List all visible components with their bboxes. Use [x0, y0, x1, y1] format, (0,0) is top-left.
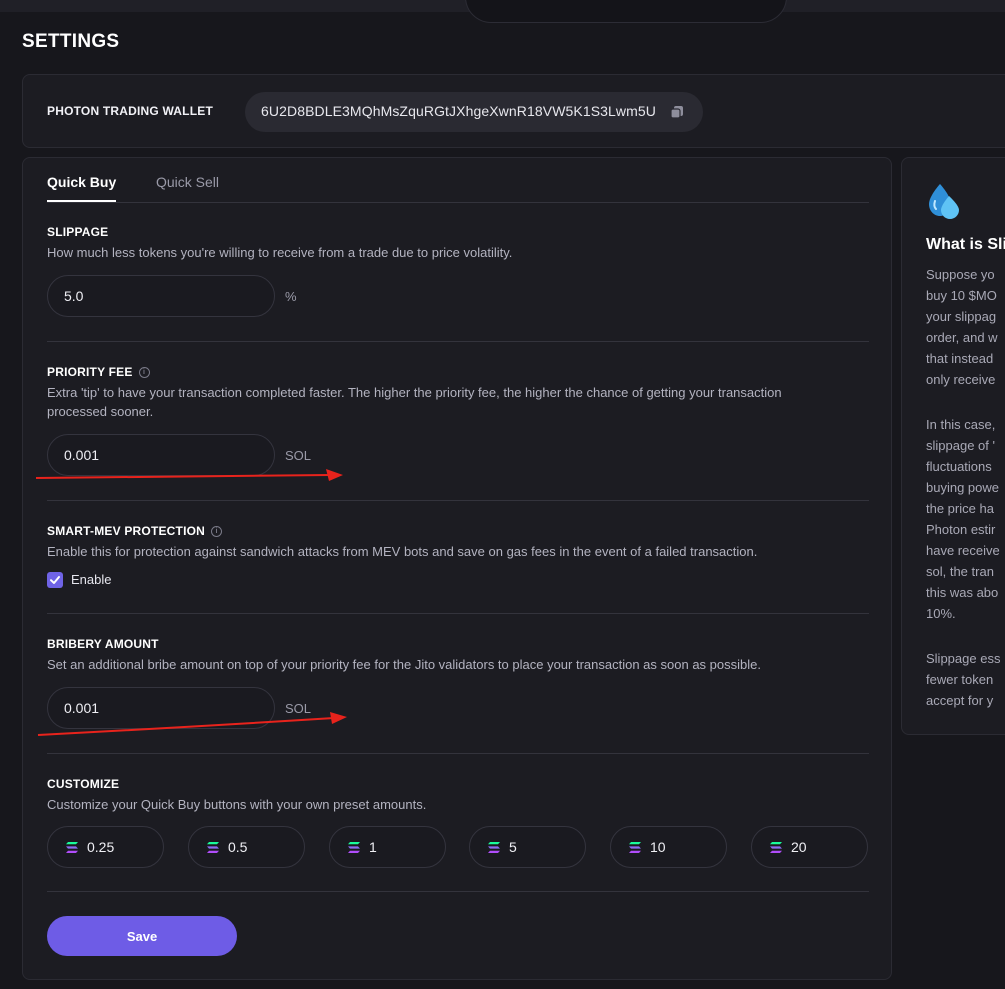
slippage-help-card: What is Sli Suppose yo buy 10 $MO your s…	[901, 157, 1005, 735]
help-text-line: have receive	[926, 543, 1000, 558]
preset-buttons: 0.25 0.5 1 5 10 20	[47, 826, 869, 868]
help-text-line: sol, the tran	[926, 564, 994, 579]
help-text-line: order, and w	[926, 330, 998, 345]
bribery-title-text: BRIBERY AMOUNT	[47, 637, 159, 651]
divider	[47, 613, 869, 614]
priority-fee-title-text: PRIORITY FEE	[47, 365, 133, 379]
help-text-line: Slippage ess	[926, 651, 1001, 666]
help-text-line: fewer token	[926, 672, 994, 687]
preset-button[interactable]: 10	[610, 826, 727, 868]
solana-icon	[488, 842, 500, 853]
customize-title: CUSTOMIZE	[47, 777, 119, 791]
preset-button[interactable]: 0.5	[188, 826, 305, 868]
bribery-input[interactable]: 0.001	[47, 687, 275, 729]
solana-icon	[207, 842, 219, 853]
info-icon[interactable]: i	[138, 366, 150, 378]
preset-value: 5	[509, 839, 517, 855]
priority-fee-value: 0.001	[64, 447, 100, 463]
slippage-input[interactable]: 5.0	[47, 275, 275, 317]
bribery-title: BRIBERY AMOUNT	[47, 637, 159, 651]
preset-button[interactable]: 5	[469, 826, 586, 868]
preset-value: 1	[369, 839, 377, 855]
solana-icon	[770, 842, 782, 853]
priority-fee-input[interactable]: 0.001	[47, 434, 275, 476]
divider	[47, 500, 869, 501]
divider	[47, 341, 869, 342]
bribery-description: Set an additional bribe amount on top of…	[47, 657, 761, 672]
mev-title: SMART-MEV PROTECTION i	[47, 524, 223, 538]
help-text-line: Photon estir	[926, 522, 996, 537]
info-icon[interactable]: i	[211, 525, 223, 537]
help-text-line: this was abo	[926, 585, 999, 600]
bribery-unit: SOL	[285, 701, 312, 716]
mev-title-text: SMART-MEV PROTECTION	[47, 524, 206, 538]
wallet-label: PHOTON TRADING WALLET	[47, 104, 213, 118]
top-nav-pill	[465, 0, 787, 23]
customize-title-text: CUSTOMIZE	[47, 777, 120, 791]
tab-quick-sell[interactable]: Quick Sell	[156, 174, 219, 190]
help-text-line: fluctuations	[926, 459, 992, 474]
help-title: What is Sli	[926, 236, 1005, 253]
help-text-line: accept for y	[926, 693, 994, 708]
help-text-line: only receive	[926, 372, 996, 387]
slippage-description: How much less tokens you're willing to r…	[47, 245, 513, 260]
preset-value: 0.5	[228, 839, 248, 855]
bribery-value: 0.001	[64, 700, 100, 716]
mev-description: Enable this for protection against sandw…	[47, 544, 758, 559]
help-text-line: buying powe	[926, 480, 999, 495]
customize-description: Customize your Quick Buy buttons with yo…	[47, 797, 427, 812]
copy-icon[interactable]	[670, 105, 684, 119]
save-button[interactable]: Save	[47, 916, 237, 956]
mev-enable-label[interactable]: Enable	[71, 572, 111, 587]
help-text-line: In this case,	[926, 417, 996, 432]
help-text-line: your slippag	[926, 309, 997, 324]
solana-icon	[629, 842, 641, 853]
preset-button[interactable]: 20	[751, 826, 868, 868]
tab-bar: Quick Buy Quick Sell	[47, 158, 869, 203]
quick-settings-card: Quick Buy Quick Sell SLIPPAGE How much l…	[22, 157, 892, 980]
water-drop-icon	[929, 184, 959, 219]
help-text-line: 10%.	[926, 606, 956, 621]
help-text-line: the price ha	[926, 501, 994, 516]
wallet-address-pill[interactable]: 6U2D8BDLE3MQhMsZquRGtJXhgeXwnR18VW5K1S3L…	[245, 92, 703, 132]
page-title: SETTINGS	[22, 31, 120, 52]
help-text-line: that instead	[926, 351, 994, 366]
slippage-title-text: SLIPPAGE	[47, 225, 109, 239]
wallet-address: 6U2D8BDLE3MQhMsZquRGtJXhgeXwnR18VW5K1S3L…	[261, 103, 657, 119]
priority-fee-description-line-1: Extra 'tip' to have your transaction com…	[47, 385, 782, 400]
preset-button[interactable]: 0.25	[47, 826, 164, 868]
tab-quick-buy[interactable]: Quick Buy	[47, 174, 117, 202]
solana-icon	[66, 842, 78, 853]
preset-value: 10	[650, 839, 666, 855]
priority-fee-title: PRIORITY FEE i	[47, 365, 150, 379]
priority-fee-description-line-2: processed sooner.	[47, 404, 154, 419]
priority-fee-unit: SOL	[285, 448, 312, 463]
help-text-line: slippage of '	[926, 438, 995, 453]
priority-fee-description: Extra 'tip' to have your transaction com…	[47, 383, 867, 421]
checkmark-icon	[50, 576, 60, 584]
mev-enable-checkbox[interactable]	[47, 572, 63, 588]
help-text-line: buy 10 $MO	[926, 288, 997, 303]
divider	[47, 753, 869, 754]
help-text-line: Suppose yo	[926, 267, 995, 282]
wallet-card: PHOTON TRADING WALLET 6U2D8BDLE3MQhMsZqu…	[22, 74, 1005, 148]
slippage-unit: %	[285, 289, 297, 304]
solana-icon	[348, 842, 360, 853]
preset-value: 0.25	[87, 839, 115, 855]
slippage-value: 5.0	[64, 288, 84, 304]
preset-value: 20	[791, 839, 807, 855]
divider	[47, 891, 869, 892]
preset-button[interactable]: 1	[329, 826, 446, 868]
slippage-title: SLIPPAGE	[47, 225, 108, 239]
